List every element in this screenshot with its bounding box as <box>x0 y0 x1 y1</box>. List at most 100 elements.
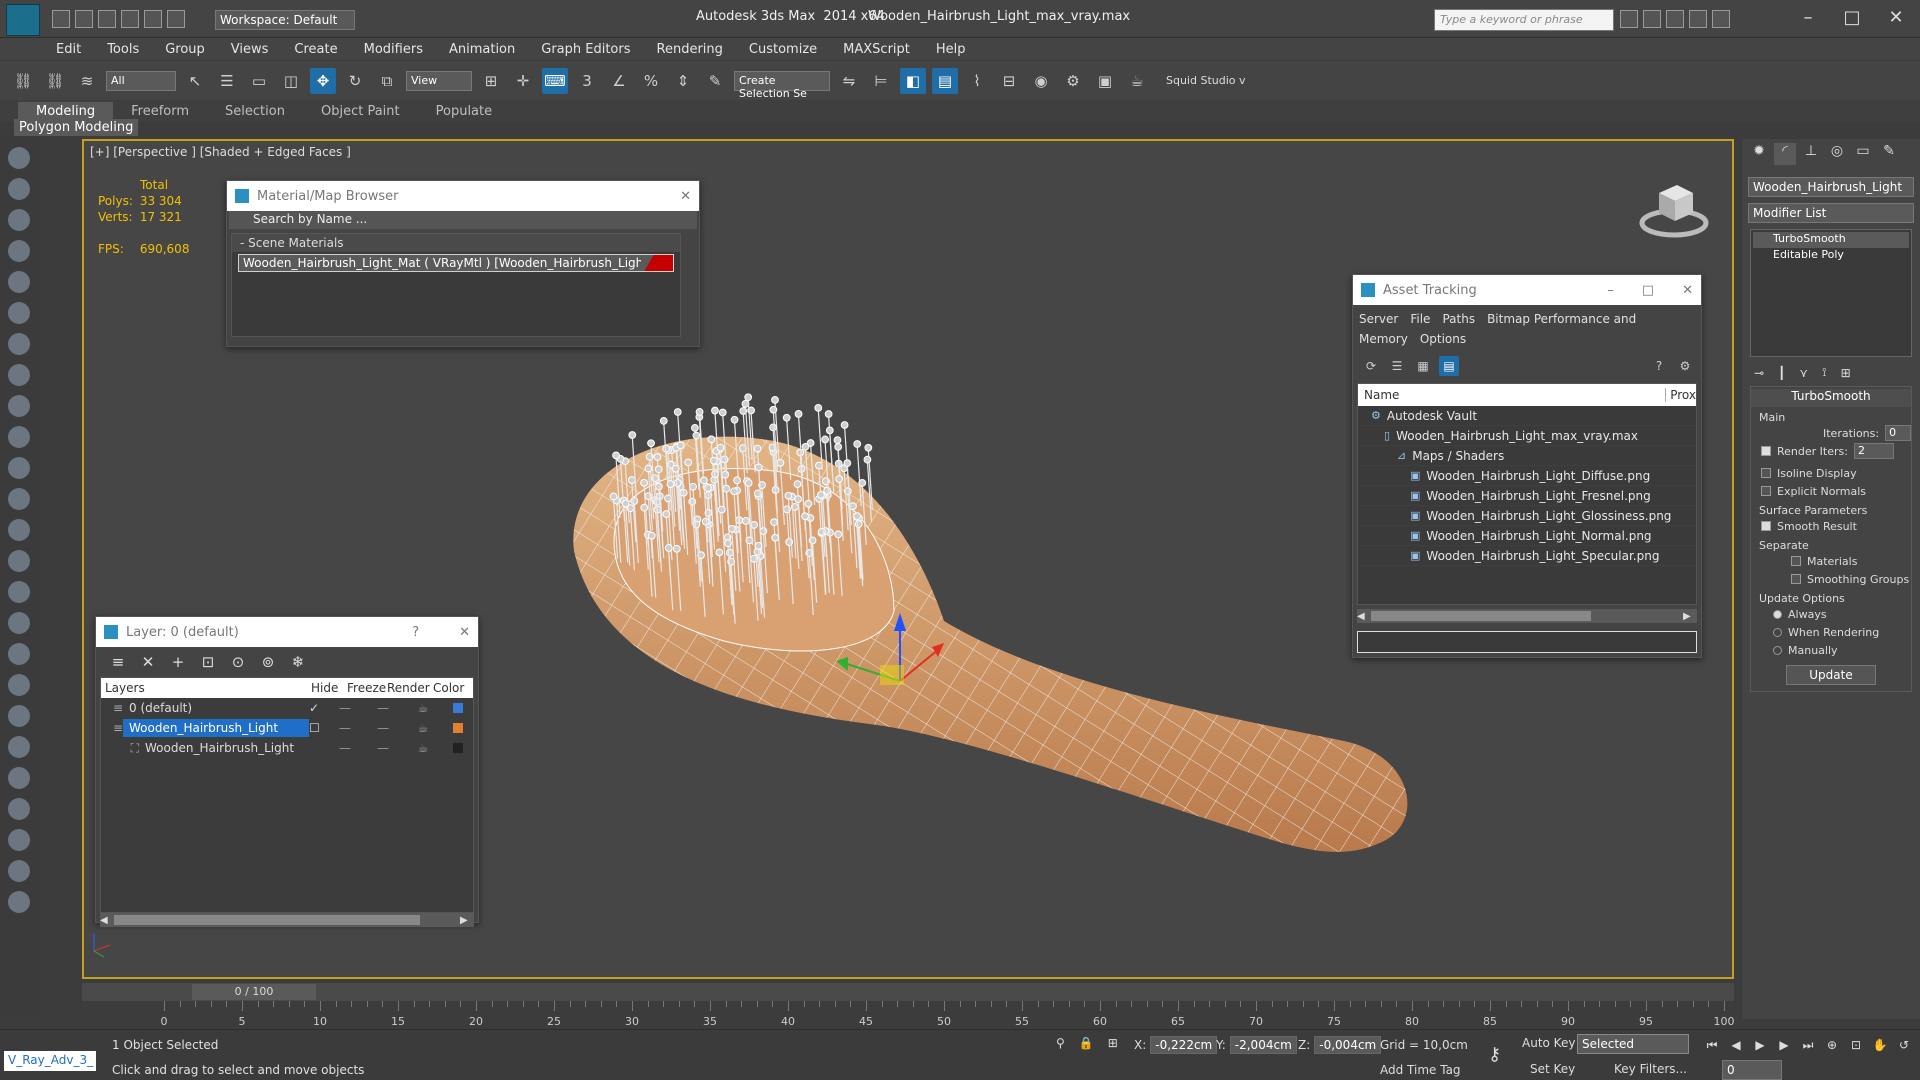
angle-snap-icon[interactable]: ∠ <box>606 68 632 94</box>
asset-row[interactable]: ▣ Wooden_Hairbrush_Light_Normal.png <box>1358 526 1696 546</box>
curve-editor-icon[interactable]: ⌇ <box>964 68 990 94</box>
viewport-label[interactable]: [+] [Perspective ] [Shaded + Edged Faces… <box>90 145 351 159</box>
sidebar-tool-icon[interactable] <box>8 271 30 293</box>
reference-coord-select[interactable]: View <box>406 70 472 91</box>
configure-modifier-sets-icon[interactable]: ⊞ <box>1841 366 1851 380</box>
sidebar-tool-icon[interactable] <box>8 178 30 200</box>
asset-row[interactable]: ▯ Wooden_Hairbrush_Light_max_vray.max <box>1358 426 1696 446</box>
sidebar-tool-icon[interactable] <box>8 829 30 851</box>
material-browser-close-icon[interactable]: ✕ <box>680 189 691 204</box>
viewcube-icon[interactable] <box>1639 171 1709 241</box>
material-browser-titlebar[interactable]: Material/Map Browser ✕ <box>227 181 699 211</box>
select-manipulate-icon[interactable]: ✛ <box>510 68 536 94</box>
freeze-toggle[interactable]: — <box>363 741 403 755</box>
select-object-icon[interactable]: ↖ <box>182 68 208 94</box>
menu-customize[interactable]: Customize <box>749 42 817 57</box>
scroll-thumb[interactable] <box>1371 611 1591 621</box>
render-teapot-icon[interactable]: ☕ <box>403 701 443 715</box>
modify-tab-icon[interactable]: ◜ <box>1774 143 1796 165</box>
menu-tools[interactable]: Tools <box>107 42 139 57</box>
layer-object-row[interactable]: ⛶ Wooden_Hairbrush_Light — — ☕ <box>101 738 473 758</box>
asset-menu-bitmap-performance-and-memory[interactable]: Bitmap Performance and Memory <box>1359 312 1636 346</box>
sidebar-tool-icon[interactable] <box>8 426 30 448</box>
asset-row[interactable]: ⊿ Maps / Shaders <box>1358 446 1696 466</box>
col-name[interactable]: Name <box>1358 388 1667 402</box>
asset-close-icon[interactable]: ✕ <box>1682 283 1693 298</box>
sidebar-tool-icon[interactable] <box>8 209 30 231</box>
layer-name[interactable]: 0 (default) <box>123 699 309 717</box>
pan-view-icon[interactable]: ✋ <box>1870 1038 1890 1054</box>
previous-frame-icon[interactable]: ◀ <box>1726 1038 1746 1054</box>
asset-menu-server[interactable]: Server <box>1359 312 1398 326</box>
render-production-icon[interactable]: ☕ <box>1124 68 1150 94</box>
select-by-name-icon[interactable]: ☰ <box>214 68 240 94</box>
asset-minimize-icon[interactable]: – <box>1607 283 1614 298</box>
absolute-mode-icon[interactable]: ⊞ <box>1108 1036 1118 1050</box>
sidebar-tool-icon[interactable] <box>8 240 30 262</box>
iterations-spinner[interactable]: 0 <box>1885 425 1911 441</box>
spinner-snap-icon[interactable]: ⇕ <box>670 68 696 94</box>
object-name-field[interactable]: Wooden_Hairbrush_Light <box>1748 177 1914 197</box>
stack-item-turbosmooth[interactable]: TurboSmooth <box>1753 232 1909 248</box>
maximize-button[interactable]: □ <box>1832 4 1872 32</box>
workspace-dropdown[interactable]: Workspace: Default <box>215 10 355 30</box>
layer-row[interactable]: ≡ 0 (default) ✓ — — ☕ <box>101 698 473 718</box>
refresh-icon[interactable]: ⟳ <box>1361 356 1381 376</box>
asset-maximize-icon[interactable]: □ <box>1642 283 1654 298</box>
edit-named-selection-icon[interactable]: ✎ <box>702 68 728 94</box>
ribbon-tab-modeling[interactable]: Modeling <box>18 101 114 121</box>
scroll-right-icon[interactable]: ▶ <box>1683 611 1697 622</box>
col-freeze[interactable]: Freeze <box>347 681 387 695</box>
layer-color-swatch[interactable] <box>453 723 463 733</box>
pin-stack-icon[interactable]: ⊸ <box>1754 366 1764 380</box>
time-slider[interactable]: 0 / 100 <box>192 984 316 1000</box>
asset-tracking-titlebar[interactable]: Asset Tracking – □ ✕ <box>1353 275 1701 305</box>
freeze-toggle[interactable]: — <box>363 701 403 715</box>
ribbon-tab-object-paint[interactable]: Object Paint <box>303 102 418 121</box>
sidebar-tool-icon[interactable] <box>8 395 30 417</box>
when-rendering-radio[interactable] <box>1773 627 1782 637</box>
current-layer-box-icon[interactable]: ☐ <box>309 721 327 735</box>
ribbon-polygon-modeling[interactable]: Polygon Modeling <box>14 119 139 136</box>
col-render[interactable]: Render <box>387 681 433 695</box>
stack-item-editable-poly[interactable]: Editable Poly <box>1753 248 1909 264</box>
app-logo-icon[interactable] <box>6 4 40 36</box>
scroll-left-icon[interactable]: ◀ <box>1357 611 1371 622</box>
col-hide[interactable]: Hide <box>311 681 347 695</box>
close-button[interactable]: ✕ <box>1876 4 1916 32</box>
track-bar[interactable]: 0 5 10 15 20 25 30 35 40 45 50 55 60 65 70 75 80 85 90 95 10… <box>110 1001 1735 1029</box>
rect-selection-icon[interactable]: ▭ <box>246 68 272 94</box>
sidebar-tool-icon[interactable] <box>8 705 30 727</box>
asset-row[interactable]: ⚙ Autodesk Vault <box>1358 406 1696 426</box>
menu-rendering[interactable]: Rendering <box>657 42 723 57</box>
time-slider-track[interactable]: 0 / 100 <box>82 983 1734 1001</box>
asset-row[interactable]: ▣ Wooden_Hairbrush_Light_Specular.png <box>1358 546 1696 566</box>
selection-lock-icon[interactable]: 🔒 <box>1079 1036 1094 1050</box>
col-prox[interactable]: Prox <box>1666 388 1696 402</box>
render-teapot-icon[interactable]: ☕ <box>403 741 443 755</box>
pivot-center-icon[interactable]: ⊞ <box>478 68 504 94</box>
scene-materials-group[interactable]: - Scene Materials <box>232 234 680 252</box>
sidebar-tool-icon[interactable] <box>8 891 30 913</box>
select-scale-icon[interactable]: ⧉ <box>374 68 400 94</box>
remove-modifier-icon[interactable]: ⟟ <box>1822 365 1826 380</box>
explicit-normals-checkbox[interactable] <box>1761 486 1771 496</box>
scroll-right-icon[interactable]: ▶ <box>460 915 474 926</box>
snaps-toggle-icon[interactable]: 3 <box>574 68 600 94</box>
always-radio[interactable] <box>1773 609 1782 619</box>
render-iters-spinner[interactable]: 2 <box>1853 443 1894 459</box>
asset-path-field[interactable] <box>1357 631 1697 653</box>
maxscript-listener-box[interactable]: V_Ray_Adv_3_ <box>4 1051 96 1071</box>
minimize-button[interactable]: – <box>1788 4 1828 32</box>
percent-snap-icon[interactable]: % <box>638 68 664 94</box>
asset-menu-file[interactable]: File <box>1410 312 1430 326</box>
turbosmooth-rollout-title[interactable]: TurboSmooth <box>1751 389 1911 407</box>
go-to-end-icon[interactable]: ⏭ <box>1798 1038 1818 1054</box>
material-item[interactable]: Wooden_Hairbrush_Light_Mat ( VRayMtl ) [… <box>238 254 674 272</box>
menu-help[interactable]: Help <box>936 42 966 57</box>
create-layer-icon[interactable]: ≡ <box>110 654 126 670</box>
menu-views[interactable]: Views <box>231 42 269 57</box>
col-layers[interactable]: Layers <box>101 681 311 695</box>
smoothing-groups-checkbox[interactable] <box>1791 574 1801 584</box>
squid-studio-label[interactable]: Squid Studio v <box>1166 74 1246 87</box>
